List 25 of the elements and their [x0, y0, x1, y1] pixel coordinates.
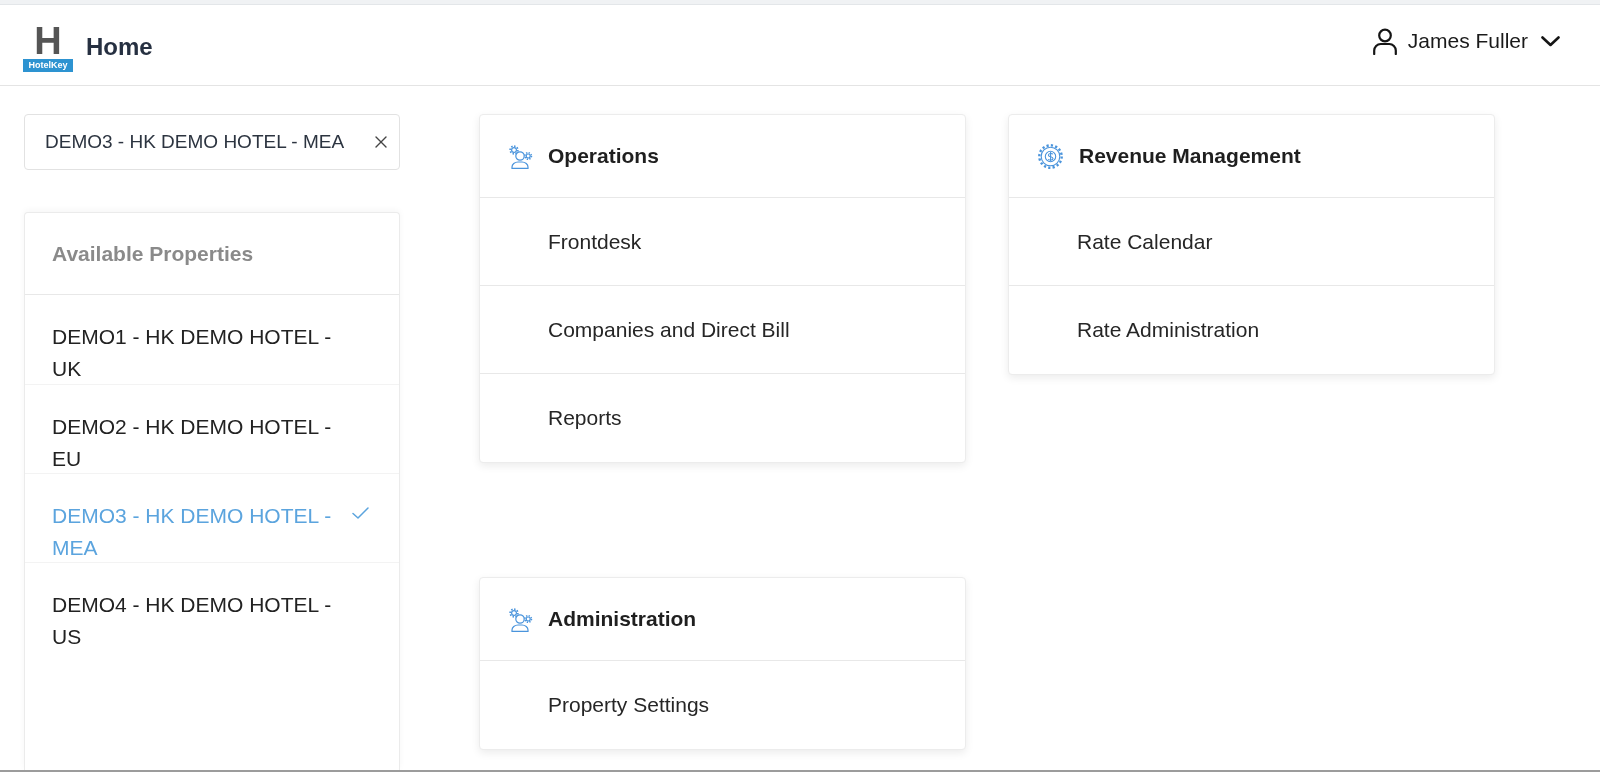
panel-title: Available Properties	[52, 241, 254, 266]
section-title: Revenue Management	[1079, 144, 1301, 168]
people-gears-icon	[508, 143, 533, 169]
page-title: Home	[86, 33, 153, 61]
section-link[interactable]: Frontdesk	[480, 198, 965, 286]
user-menu[interactable]: James Fuller	[1371, 27, 1560, 55]
section-link[interactable]: Reports	[480, 374, 965, 462]
check-icon	[352, 507, 369, 519]
property-item[interactable]: DEMO2 - HK DEMO HOTEL - EU	[25, 384, 399, 473]
property-select[interactable]: DEMO3 - HK DEMO HOTEL - MEA	[24, 114, 400, 170]
section-link[interactable]: Property Settings	[480, 661, 965, 749]
section-link[interactable]: Companies and Direct Bill	[480, 286, 965, 374]
section-link[interactable]: Rate Administration	[1009, 286, 1494, 374]
property-item[interactable]: DEMO4 - HK DEMO HOTEL - US	[25, 562, 399, 651]
user-icon	[1371, 27, 1398, 55]
logo-caption: HotelKey	[23, 58, 73, 72]
clear-icon[interactable]	[375, 136, 387, 148]
section-link[interactable]: Rate Calendar	[1009, 198, 1494, 286]
people-gears-icon	[508, 606, 533, 632]
chevron-down-icon	[1541, 35, 1560, 47]
section-title: Administration	[548, 607, 697, 631]
section-title: Operations	[548, 144, 659, 168]
gear-dollar-icon	[1037, 142, 1064, 170]
logo-letter: H	[34, 24, 62, 57]
property-item[interactable]: DEMO1 - HK DEMO HOTEL - UK	[25, 295, 399, 384]
